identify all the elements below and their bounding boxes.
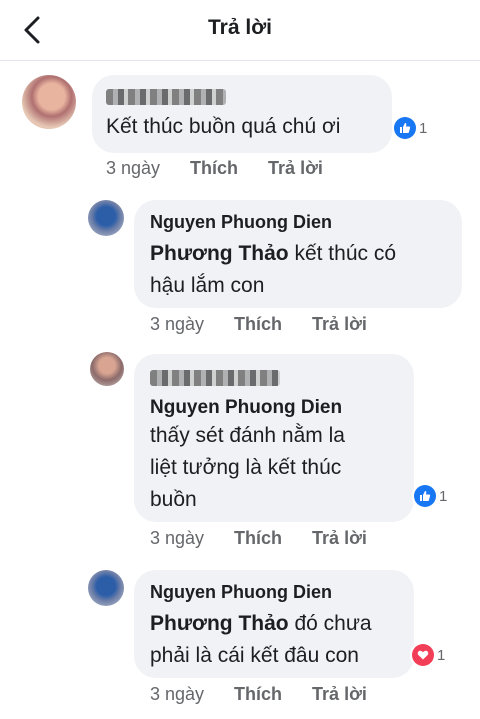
comment-actions: 3 ngày Thích Trả lời bbox=[150, 528, 367, 549]
timestamp[interactable]: 3 ngày bbox=[106, 158, 160, 179]
avatar[interactable] bbox=[90, 352, 124, 386]
avatar[interactable] bbox=[88, 200, 124, 236]
page-title: Trả lời bbox=[208, 16, 272, 39]
comment-actions: 3 ngày Thích Trả lời bbox=[150, 314, 367, 335]
reaction-badge[interactable]: 1 bbox=[392, 115, 432, 141]
timestamp[interactable]: 3 ngày bbox=[150, 314, 204, 335]
reaction-badge[interactable]: 1 bbox=[410, 642, 450, 668]
reaction-count: 1 bbox=[419, 119, 428, 137]
like-icon bbox=[394, 117, 416, 139]
avatar[interactable] bbox=[88, 570, 124, 606]
reaction-badge[interactable]: 1 bbox=[412, 483, 452, 509]
like-button[interactable]: Thích bbox=[190, 158, 238, 179]
avatar[interactable] bbox=[22, 75, 76, 129]
like-icon bbox=[414, 485, 436, 507]
like-button[interactable]: Thích bbox=[234, 314, 282, 335]
timestamp[interactable]: 3 ngày bbox=[150, 528, 204, 549]
comment-text-line: buồn bbox=[150, 488, 197, 511]
header-bar: Trả lời bbox=[0, 0, 480, 61]
blurred-author-name bbox=[106, 89, 226, 105]
comment-text: Kết thúc buồn quá chú ơi bbox=[106, 115, 341, 138]
like-button[interactable]: Thích bbox=[234, 528, 282, 549]
reply-button[interactable]: Trả lời bbox=[312, 684, 367, 705]
comment-text: Phương Thảo kết thúc có bbox=[150, 242, 397, 265]
comment-bubble[interactable]: Nguyen Phuong Dien Phương Thảo kết thúc … bbox=[134, 200, 462, 308]
comment-text-line: hậu lắm con bbox=[150, 274, 265, 297]
reaction-count: 1 bbox=[437, 646, 446, 664]
author-name[interactable]: Nguyen Phuong Dien bbox=[150, 210, 446, 234]
mention-tag[interactable]: Phương Thảo bbox=[150, 242, 289, 265]
timestamp[interactable]: 3 ngày bbox=[150, 684, 204, 705]
comment-actions: 3 ngày Thích Trả lời bbox=[150, 684, 367, 705]
author-name[interactable]: Nguyen Phuong Dien bbox=[150, 580, 398, 604]
blurred-author-name bbox=[150, 370, 280, 386]
mention-tag[interactable]: Phương Thảo bbox=[150, 612, 289, 635]
reply-button[interactable]: Trả lời bbox=[312, 528, 367, 549]
reply-button[interactable]: Trả lời bbox=[312, 314, 367, 335]
love-icon bbox=[412, 644, 434, 666]
comment-bubble[interactable]: Nguyen Phuong Dien thấy sét đánh nằm la … bbox=[134, 354, 414, 522]
comment-bubble[interactable]: Kết thúc buồn quá chú ơi bbox=[92, 75, 392, 153]
mention-tag[interactable]: Nguyen Phuong Dien bbox=[150, 396, 398, 420]
comment-text-line: phải là cái kết đâu con bbox=[150, 644, 359, 667]
reaction-count: 1 bbox=[439, 487, 448, 505]
comment-text-line: thấy sét đánh nằm la bbox=[150, 424, 345, 447]
comment-bubble[interactable]: Nguyen Phuong Dien Phương Thảo đó chưa p… bbox=[134, 570, 414, 678]
comment-actions: 3 ngày Thích Trả lời bbox=[106, 158, 323, 179]
like-button[interactable]: Thích bbox=[234, 684, 282, 705]
comment-text-line: liệt tưởng là kết thúc bbox=[150, 456, 342, 479]
comment-text: Phương Thảo đó chưa bbox=[150, 612, 372, 635]
reply-button[interactable]: Trả lời bbox=[268, 158, 323, 179]
